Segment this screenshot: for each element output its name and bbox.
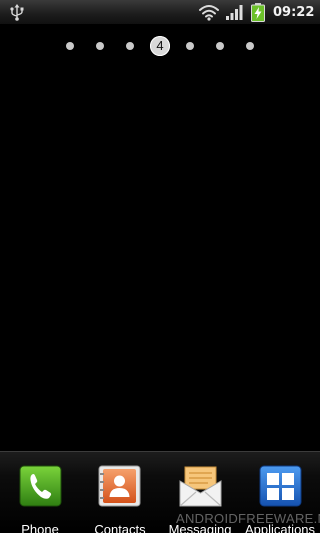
dock-messaging-button[interactable]: Messaging [160,463,240,533]
status-bar[interactable]: 09:22 [0,0,320,25]
messaging-icon [179,466,222,507]
page-indicator[interactable]: 4 [0,36,320,56]
dock-label-phone: Phone [21,522,59,533]
dock-label-messaging: Messaging [168,522,232,533]
phone-icon [19,465,62,507]
page-dot[interactable] [66,42,74,50]
dock-contacts-button[interactable]: Contacts [80,463,160,533]
current-page-indicator[interactable]: 4 [150,36,170,56]
battery-charging-icon [251,3,265,22]
home-screen-workspace[interactable] [0,60,320,448]
contacts-icon [98,465,141,507]
usb-icon [10,4,24,21]
page-dot[interactable] [246,42,254,50]
page-dot[interactable] [216,42,224,50]
page-dot[interactable] [96,42,104,50]
status-clock: 09:22 [273,5,315,20]
dock-applications-button[interactable]: Applications [240,463,320,533]
dock-phone-button[interactable]: Phone [0,463,80,533]
applications-icon [259,465,302,507]
dock-label-contacts: Contacts [94,522,146,533]
page-dot[interactable] [186,42,194,50]
dock: Phone Contacts Messaging Applications [0,451,320,533]
page-dot[interactable] [126,42,134,50]
dock-label-applications: Applications [244,522,316,533]
signal-icon [226,5,243,20]
wifi-icon [199,5,219,21]
